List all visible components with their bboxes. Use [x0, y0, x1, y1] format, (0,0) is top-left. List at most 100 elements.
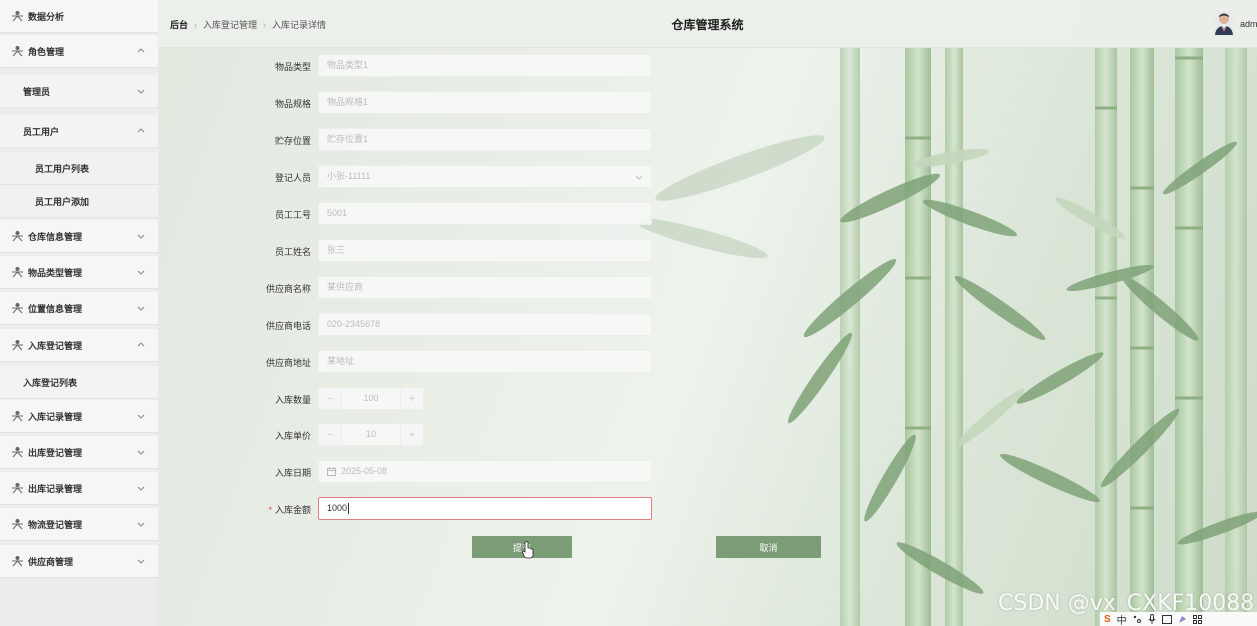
unit-price-increment-button[interactable]: +	[400, 424, 423, 445]
sidebar-item-label: 员工用户列表	[35, 163, 90, 174]
sidebar-item-employee-user-add[interactable]: 员工用户添加	[0, 185, 158, 218]
sidebar-item-role-management[interactable]: 角色管理	[0, 35, 158, 68]
page-title: 仓库管理系统	[671, 18, 744, 32]
chevron-up-icon	[137, 342, 145, 347]
chevron-down-icon	[137, 486, 145, 491]
chevron-up-icon	[137, 128, 145, 133]
unit-price-value[interactable]: 10	[342, 424, 400, 445]
sidebar-item-label: 物流登记管理	[28, 519, 83, 530]
form-row-employee-name: 员工姓名 张三	[158, 239, 658, 263]
person-icon	[12, 11, 23, 22]
person-icon	[12, 483, 23, 494]
sidebar-item-label: 入库记录管理	[28, 411, 83, 422]
registrar-select[interactable]: 小张-11111	[318, 165, 652, 188]
sidebar-item-inbound-registration-list[interactable]: 入库登记列表	[0, 366, 158, 399]
sidebar-item-label: 出库记录管理	[28, 483, 83, 494]
sidebar-item-item-type[interactable]: 物品类型管理	[0, 256, 158, 289]
chevron-down-icon	[137, 89, 145, 94]
form-row-inbound-date: 入库日期 2025-05-08	[158, 460, 658, 484]
form-row-supplier-phone: 供应商电话 020-2345678	[158, 313, 658, 337]
field-label: 供应商名称	[265, 284, 311, 294]
sidebar-item-inbound-registration[interactable]: 入库登记管理	[0, 329, 158, 362]
person-icon	[12, 556, 23, 567]
sidebar-item-label: 入库登记列表	[23, 377, 78, 388]
field-label: 员工工号	[274, 210, 311, 220]
sidebar-item-label: 仓库信息管理	[28, 231, 83, 242]
username[interactable]: adm	[1240, 19, 1257, 29]
item-type-input[interactable]: 物品类型1	[318, 54, 652, 77]
sidebar-item-location-info[interactable]: 位置信息管理	[0, 292, 158, 325]
chevron-down-icon	[635, 175, 643, 180]
person-icon	[12, 267, 23, 278]
sidebar-item-label: 出库登记管理	[28, 447, 83, 458]
supplier-name-input[interactable]: 某供应商	[318, 276, 652, 299]
form-row-inbound-amount: * 入库金额 1000	[158, 497, 658, 521]
keyboard-icon[interactable]	[1161, 614, 1172, 624]
supplier-phone-input[interactable]: 020-2345678	[318, 313, 652, 336]
unit-price-decrement-button[interactable]: −	[319, 424, 342, 445]
sidebar-item-label: 位置信息管理	[28, 303, 83, 314]
employee-number-input[interactable]: 5001	[318, 202, 652, 225]
field-label: 入库单价	[274, 431, 311, 441]
system-tray: S 中	[1100, 612, 1257, 626]
quantity-decrement-button[interactable]: −	[319, 388, 342, 409]
sidebar-item-employee-users[interactable]: 员工用户	[0, 115, 158, 148]
sidebar-item-supplier-management[interactable]: 供应商管理	[0, 545, 158, 578]
person-icon	[12, 231, 23, 242]
person-icon	[12, 411, 23, 422]
sidebar-item-data-analysis[interactable]: 数据分析	[0, 0, 158, 33]
inbound-date-value: 2025-05-08	[341, 466, 388, 476]
chevron-down-icon	[137, 522, 145, 527]
avatar[interactable]	[1214, 11, 1234, 35]
sidebar-item-label: 数据分析	[28, 11, 65, 22]
quantity-stepper: − 100 +	[318, 387, 424, 410]
sidebar-item-logistics-registration[interactable]: 物流登记管理	[0, 508, 158, 541]
ime-logo-icon[interactable]: S	[1104, 614, 1111, 625]
grid-icon[interactable]	[1192, 614, 1202, 624]
form-row-supplier-name: 供应商名称 某供应商	[158, 276, 658, 300]
sidebar-item-label: 角色管理	[28, 46, 65, 57]
sidebar-item-admin[interactable]: 管理员	[0, 75, 158, 108]
sidebar-item-label: 管理员	[23, 86, 51, 97]
sidebar: 数据分析 角色管理 管理员 员工用户 员工用户列表 员工用户添加 仓库信息管理 …	[0, 0, 158, 626]
field-label: 供应商电话	[265, 321, 311, 331]
microphone-icon[interactable]	[1148, 614, 1156, 624]
field-label: 员工姓名	[274, 247, 311, 257]
sidebar-item-label: 员工用户添加	[35, 196, 90, 207]
chevron-up-icon	[137, 48, 145, 53]
storage-location-input[interactable]: 贮存位置1	[318, 128, 652, 151]
text-caret	[348, 503, 350, 514]
field-label: * 入库金额	[158, 503, 311, 516]
sidebar-item-label: 供应商管理	[28, 556, 74, 567]
sidebar-item-label: 物品类型管理	[28, 267, 83, 278]
inbound-amount-value: 1000	[327, 503, 348, 513]
cancel-button[interactable]: 取消	[716, 536, 821, 558]
chevron-down-icon	[137, 559, 145, 564]
form-row-quantity: 入库数量 − 100 +	[158, 387, 658, 411]
sidebar-item-label: 入库登记管理	[28, 340, 83, 351]
field-label: 入库数量	[274, 395, 311, 405]
inbound-amount-input[interactable]: 1000	[318, 497, 652, 520]
employee-name-input[interactable]: 张三	[318, 239, 652, 262]
sidebar-item-label: 员工用户	[23, 126, 60, 137]
sidebar-item-outbound-records[interactable]: 出库记录管理	[0, 472, 158, 505]
supplier-address-input[interactable]: 某地址	[318, 350, 652, 373]
quantity-increment-button[interactable]: +	[400, 388, 423, 409]
inbound-date-picker[interactable]: 2025-05-08	[318, 460, 652, 483]
punctuation-icon[interactable]	[1133, 615, 1142, 624]
ime-language-indicator[interactable]: 中	[1117, 612, 1127, 626]
person-icon	[12, 447, 23, 458]
skin-icon[interactable]	[1178, 615, 1187, 624]
hand-cursor-icon	[522, 541, 534, 559]
field-label-text: 入库金额	[274, 505, 311, 515]
sidebar-item-employee-user-list[interactable]: 员工用户列表	[0, 152, 158, 185]
item-spec-input[interactable]: 物品规格1	[318, 91, 652, 114]
field-label: 物品类型	[274, 62, 311, 72]
sidebar-item-warehouse-info[interactable]: 仓库信息管理	[0, 220, 158, 253]
calendar-icon	[327, 467, 336, 476]
person-icon	[12, 46, 23, 57]
quantity-value[interactable]: 100	[342, 388, 400, 409]
unit-price-stepper: − 10 +	[318, 423, 424, 446]
sidebar-item-outbound-registration[interactable]: 出库登记管理	[0, 436, 158, 469]
sidebar-item-inbound-records[interactable]: 入库记录管理	[0, 400, 158, 433]
